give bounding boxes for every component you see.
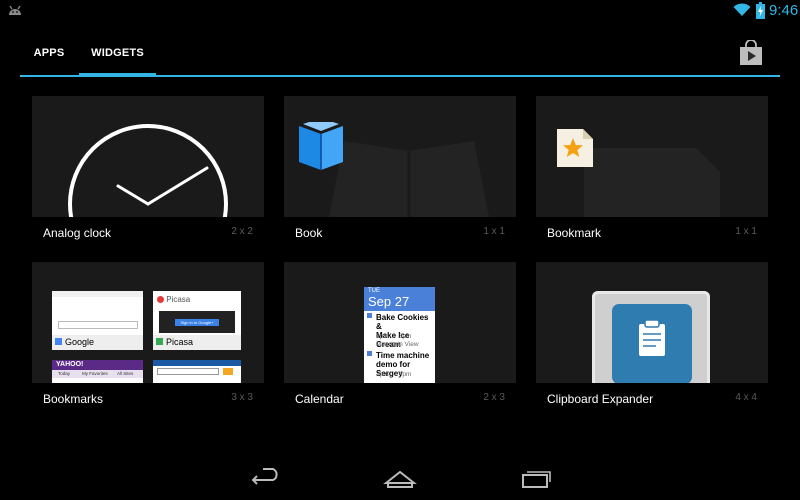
widget-size: 4 x 4 [735,392,757,403]
widget-name: Analog clock [43,226,112,240]
widget-size: 3 x 3 [231,392,253,403]
widget-preview: Google Google Picasa Sign in to Google+ … [32,262,264,383]
status-clock: 9:46 [769,2,799,19]
widget-size: 2 x 2 [231,226,253,237]
widget-preview: TUE Sep 27 Bake Cookies & Make Ice Cream… [284,262,516,383]
event-time: 2pm → 3pm [376,333,412,340]
status-bar: 9:46 [0,0,800,22]
google-favicon-icon [55,338,62,345]
picasa-favicon-icon [156,338,163,345]
widget-tile-bookmark[interactable]: Bookmark 1 x 1 [536,96,768,246]
widget-size: 1 x 1 [735,226,757,237]
wifi-icon [733,3,751,16]
picasa-signin-button: Sign in to Google+ [175,319,219,326]
yahoo-tab: Today [58,371,71,376]
widget-preview [536,262,768,383]
widget-tile-calendar[interactable]: TUE Sep 27 Bake Cookies & Make Ice Cream… [284,262,516,412]
widget-preview [32,96,264,217]
play-store-icon[interactable] [738,40,764,66]
tab-divider [20,75,780,77]
widget-tile-analog-clock[interactable]: Analog clock 2 x 2 [32,96,264,246]
event-title-line: Bake Cookies & [376,313,429,331]
clipboard-icon [639,319,665,356]
books-icon [299,122,343,170]
yahoo-tab: All Sites [117,371,134,376]
yahoo-logo: YAHOO! [52,360,143,370]
event-location: Mountain View [376,341,419,348]
analog-clock-icon [68,124,228,217]
google-logo: Google [71,299,124,316]
widget-name: Book [295,226,323,240]
battery-charging-icon [756,2,765,19]
widget-size: 2 x 3 [483,392,505,403]
widget-name: Clipboard Expander [547,392,654,406]
bookmark-star-icon [557,129,593,167]
bookmark-label-google: Google [65,337,95,347]
tab-apps-label: APPS [33,47,65,59]
calendar-preview: TUE Sep 27 Bake Cookies & Make Ice Cream… [364,287,435,383]
clipboard-app-icon [612,304,692,383]
tab-widgets-label: WIDGETS [91,47,144,59]
home-icon[interactable] [383,467,417,489]
bookmark-thumb-picasa: Picasa Sign in to Google+ Picasa [153,291,241,350]
android-debug-icon [9,5,21,15]
bookmark-thumb-other [153,360,241,383]
bookmark-label-picasa: Picasa [166,337,194,347]
yahoo-tab: My Favorites [82,371,108,376]
event-title-line: Time machine [376,351,430,360]
widget-preview [536,96,768,217]
widget-size: 1 x 1 [483,226,505,237]
picasa-header: Picasa [166,295,191,304]
picasa-logo-icon [157,296,164,304]
event-time: 3pm → 4pm [376,371,412,378]
widget-name: Bookmarks [43,392,104,406]
bookmark-thumb-yahoo: YAHOO! Today My Favorites All Sites [52,360,143,383]
back-icon[interactable] [249,467,283,489]
widget-name: Calendar [295,392,344,406]
widget-tile-book[interactable]: Book 1 x 1 [284,96,516,246]
tab-widgets[interactable]: WIDGETS [79,32,156,77]
tab-apps[interactable]: APPS [20,32,78,76]
navigation-bar [0,455,800,500]
widget-tile-bookmarks[interactable]: Google Google Picasa Sign in to Google+ … [32,262,264,412]
bookmark-thumb-google: Google Google [52,291,143,350]
calendar-date: Sep 27 [368,294,410,309]
widget-preview [284,96,516,217]
widget-tile-clipboard-expander[interactable]: Clipboard Expander 4 x 4 [536,262,768,412]
recent-apps-icon[interactable] [519,467,553,489]
widget-name: Bookmark [547,226,602,240]
